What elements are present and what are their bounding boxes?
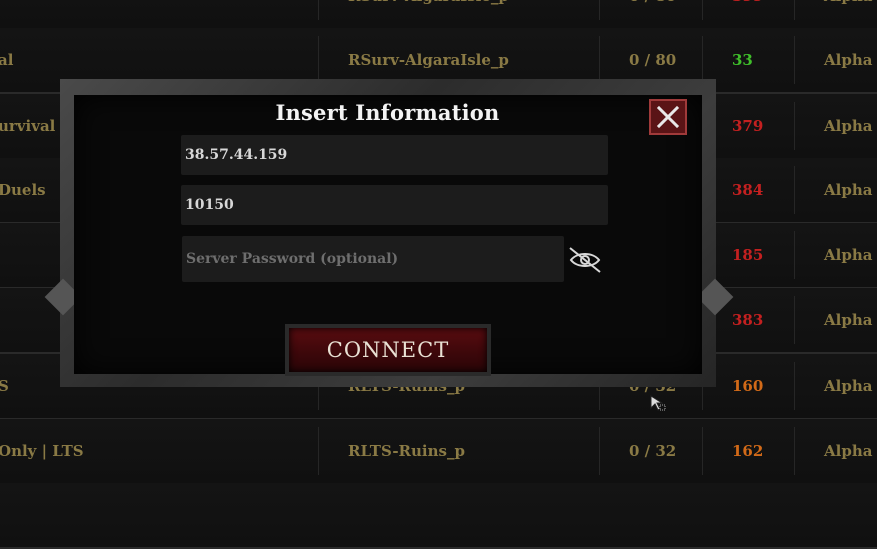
modal-overlay: Insert Information 38.57.44.159 10150 CO… xyxy=(0,0,877,509)
modal-title: Insert Information xyxy=(275,100,500,125)
port-field[interactable]: 10150 xyxy=(181,185,608,225)
toggle-password-visibility-button[interactable] xyxy=(567,245,603,275)
close-button[interactable] xyxy=(649,99,687,135)
password-input[interactable] xyxy=(182,236,564,282)
connect-button[interactable]: CONNECT xyxy=(285,324,491,376)
close-icon xyxy=(656,105,680,129)
pointer-cursor-icon xyxy=(650,395,666,411)
eye-slash-icon xyxy=(569,247,601,273)
ip-address-field[interactable]: 38.57.44.159 xyxy=(181,135,608,175)
connect-button-label: CONNECT xyxy=(289,328,487,372)
